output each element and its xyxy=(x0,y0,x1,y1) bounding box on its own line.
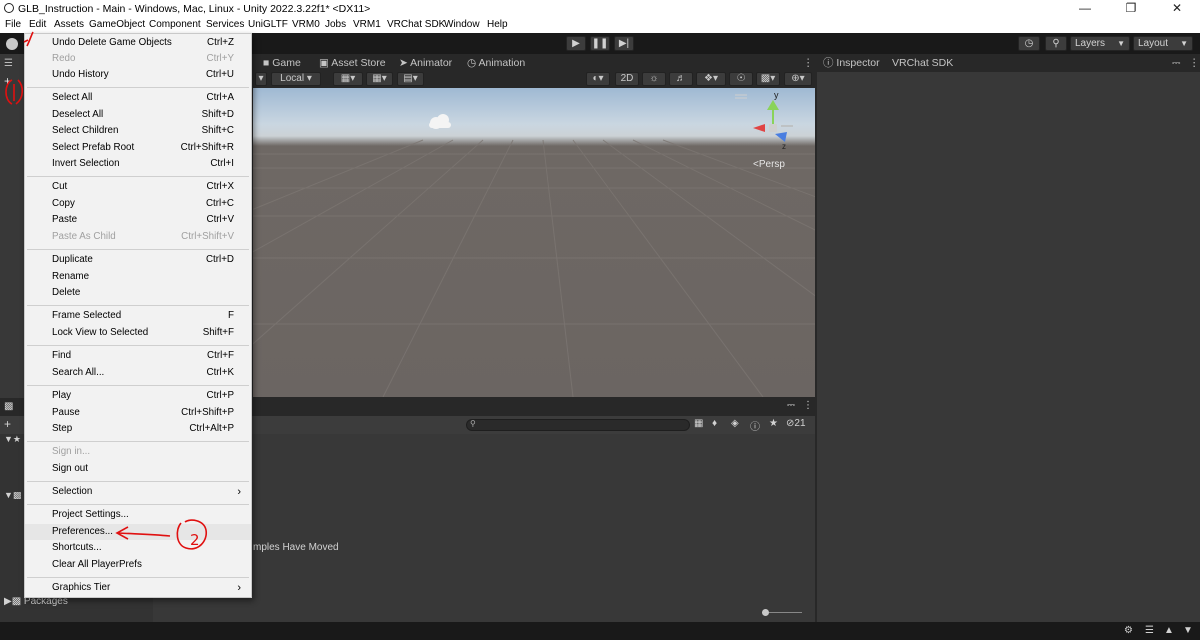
step-one-marker xyxy=(5,31,34,105)
step-two-label: 2 xyxy=(190,531,200,549)
annotation-overlay: 2 xyxy=(5,31,208,550)
